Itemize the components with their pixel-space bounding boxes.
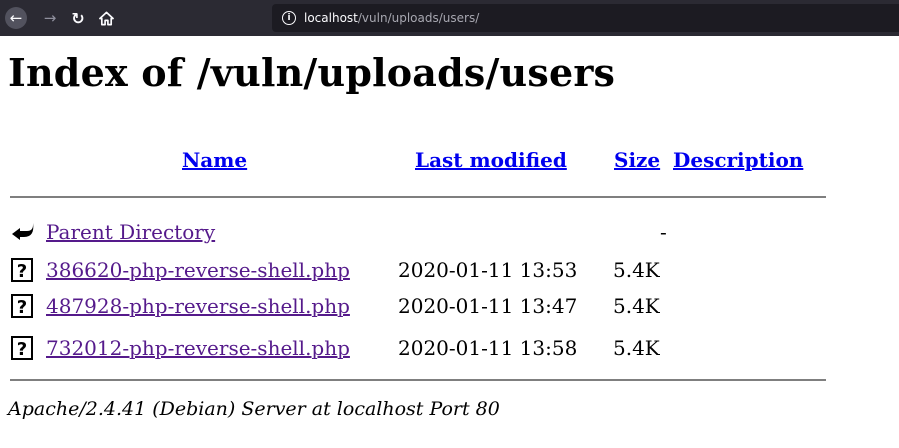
file-link[interactable]: 386620-php-reverse-shell.php	[46, 258, 350, 282]
info-icon[interactable]: i	[282, 11, 296, 25]
list-item-parent: Parent Directory -	[10, 218, 830, 246]
url-bar[interactable]: i localhost/vuln/uploads/users/	[272, 4, 899, 32]
file-size: 5.4K	[613, 258, 660, 282]
back-folder-icon	[12, 223, 34, 240]
reload-button[interactable]: ↻	[66, 6, 90, 30]
file-link[interactable]: 732012-php-reverse-shell.php	[46, 336, 350, 360]
footer-divider	[10, 379, 826, 381]
forward-arrow-icon: →	[43, 9, 57, 27]
parent-size: -	[660, 220, 667, 244]
file-size: 5.4K	[613, 336, 660, 360]
file-link[interactable]: 487928-php-reverse-shell.php	[46, 294, 350, 318]
back-button[interactable]: ←	[4, 6, 28, 30]
column-header-size[interactable]: Size	[614, 148, 660, 172]
forward-button[interactable]: →	[38, 6, 62, 30]
column-header-last-modified[interactable]: Last modified	[415, 148, 567, 172]
url-host: localhost	[304, 11, 358, 25]
header-divider	[10, 196, 826, 198]
svg-text:?: ?	[17, 297, 27, 318]
server-signature: Apache/2.4.41 (Debian) Server at localho…	[8, 398, 500, 420]
svg-text:?: ?	[17, 261, 27, 282]
file-modified: 2020-01-11 13:53	[398, 258, 578, 282]
unknown-file-icon: ?	[11, 294, 33, 318]
home-icon	[98, 11, 114, 25]
file-size: 5.4K	[613, 294, 660, 318]
list-item: ? 386620-php-reverse-shell.php 2020-01-1…	[10, 256, 830, 284]
file-modified: 2020-01-11 13:47	[398, 294, 578, 318]
reload-icon: ↻	[71, 8, 85, 28]
column-header-name[interactable]: Name	[182, 148, 247, 172]
list-item: ? 487928-php-reverse-shell.php 2020-01-1…	[10, 292, 830, 320]
browser-toolbar: ← → ↻ i localhost/vuln/uploads/users/	[0, 0, 899, 36]
url-path: /vuln/uploads/users/	[357, 11, 480, 25]
column-header-description[interactable]: Description	[673, 148, 803, 172]
back-arrow-icon: ←	[5, 7, 27, 29]
unknown-file-icon: ?	[11, 258, 33, 282]
svg-text:?: ?	[17, 339, 27, 360]
unknown-file-icon: ?	[11, 336, 33, 360]
home-button[interactable]	[94, 6, 118, 30]
file-modified: 2020-01-11 13:58	[398, 336, 578, 360]
list-item: ? 732012-php-reverse-shell.php 2020-01-1…	[10, 334, 830, 362]
parent-directory-link[interactable]: Parent Directory	[46, 220, 215, 244]
page-title: Index of /vuln/uploads/users	[8, 50, 616, 95]
